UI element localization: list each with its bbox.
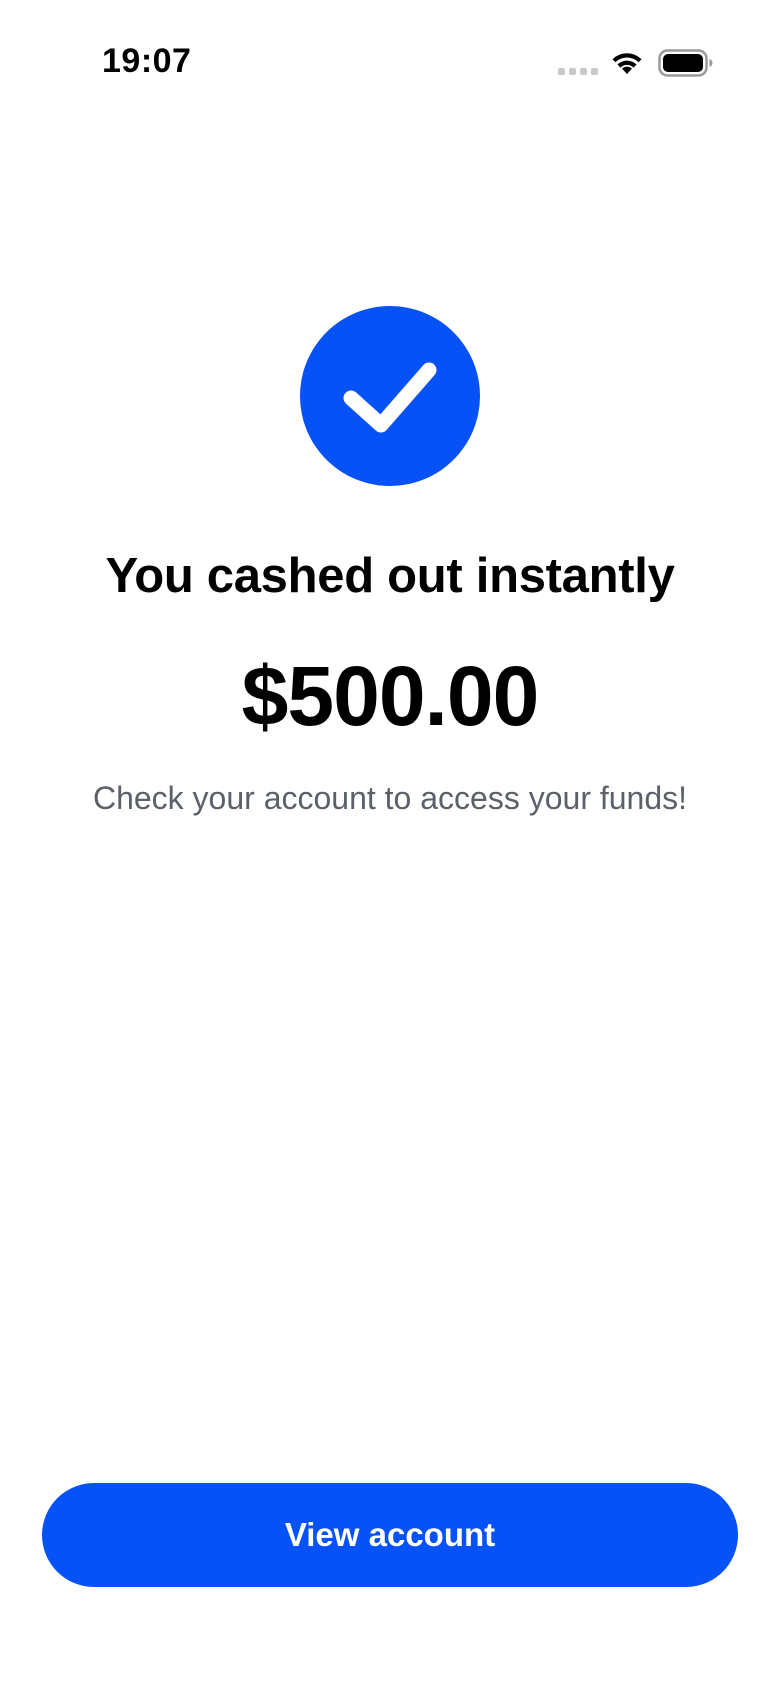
- checkmark-icon: [343, 362, 437, 433]
- status-time: 19:07: [102, 42, 192, 80]
- success-badge: [300, 306, 480, 486]
- confirmation-message: Check your account to access your funds!: [92, 780, 688, 816]
- view-account-button[interactable]: View account: [42, 1483, 738, 1587]
- cashout-amount: $500.00: [241, 649, 540, 743]
- wifi-icon: [612, 53, 642, 74]
- confirmation-headline: You cashed out instantly: [105, 549, 675, 603]
- cellular-signal-icon: [558, 68, 598, 75]
- status-bar: 19:07: [0, 0, 780, 130]
- battery-icon: [658, 49, 713, 77]
